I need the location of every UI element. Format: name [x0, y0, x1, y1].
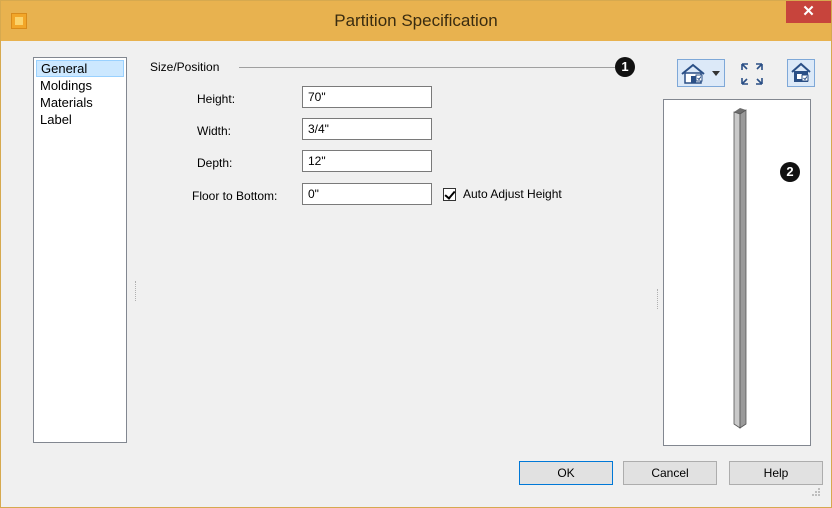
auto-adjust-height-checkbox[interactable] [443, 188, 456, 201]
fill-window-button[interactable] [739, 61, 765, 89]
house-view-dropdown-icon [681, 63, 720, 84]
preview-mode-button[interactable] [787, 59, 815, 87]
resize-grip-icon[interactable] [811, 487, 821, 497]
height-field[interactable]: 70" [302, 86, 432, 108]
partition-3d-preview [733, 108, 747, 429]
fill-window-icon [741, 63, 763, 85]
category-item-label[interactable]: Label [36, 111, 124, 128]
auto-adjust-height-label[interactable]: Auto Adjust Height [463, 187, 562, 201]
partition-preview[interactable]: 2 [663, 99, 811, 446]
splitter-left[interactable] [135, 281, 138, 301]
floor-to-bottom-field[interactable]: 0" [302, 183, 432, 205]
dialog-body: General Moldings Materials Label Size/Po… [9, 41, 823, 499]
close-button[interactable]: ✕ [786, 1, 831, 23]
category-item-general[interactable]: General [36, 60, 124, 77]
help-button[interactable]: Help [729, 461, 823, 485]
floor-to-bottom-label: Floor to Bottom: [192, 189, 278, 203]
callout-marker-2: 2 [780, 162, 800, 182]
group-divider [239, 67, 615, 68]
cancel-button[interactable]: Cancel [623, 461, 717, 485]
depth-label: Depth: [197, 156, 233, 170]
splitter-right[interactable] [657, 289, 660, 309]
category-list[interactable]: General Moldings Materials Label [33, 57, 127, 443]
callout-marker-1: 1 [615, 57, 635, 77]
size-position-group-label: Size/Position [150, 60, 220, 74]
width-field[interactable]: 3/4" [302, 118, 432, 140]
preview-mode-icon [791, 62, 811, 82]
ok-button[interactable]: OK [519, 461, 613, 485]
partition-specification-dialog: Partition Specification ✕ General Moldin… [0, 0, 832, 508]
camera-view-dropdown-button[interactable] [677, 59, 725, 87]
category-item-moldings[interactable]: Moldings [36, 77, 124, 94]
category-item-materials[interactable]: Materials [36, 94, 124, 111]
title-bar[interactable]: Partition Specification ✕ [1, 1, 831, 41]
depth-field[interactable]: 12" [302, 150, 432, 172]
height-label: Height: [197, 92, 236, 106]
width-label: Width: [197, 124, 232, 138]
dialog-title: Partition Specification [334, 11, 498, 30]
